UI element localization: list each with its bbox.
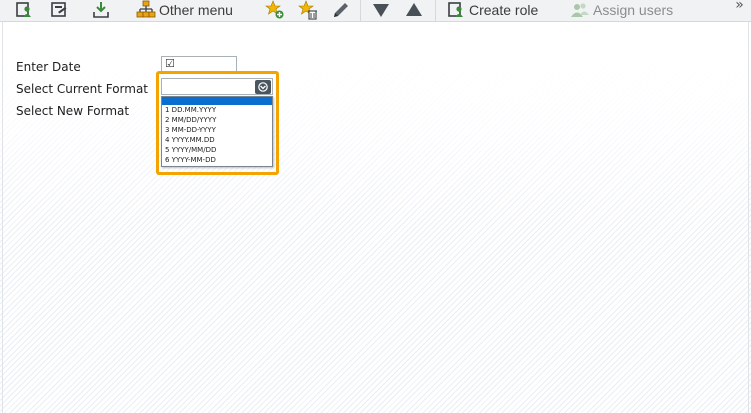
other-menu-icon [136, 0, 156, 18]
create-role-label: Create role [469, 2, 539, 18]
change-role-icon [51, 2, 67, 17]
assign-users-label: Assign users [593, 2, 674, 18]
current-format-label: Select Current Format [16, 82, 149, 96]
delete-favorite-button[interactable] [298, 0, 318, 20]
checkbox-check-icon: ☑ [165, 57, 175, 70]
transport-icon [93, 2, 109, 18]
move-up-icon [406, 3, 422, 16]
display-role-button[interactable] [14, 0, 34, 20]
add-favorite-icon [265, 0, 284, 19]
delete-favorite-icon [298, 0, 317, 20]
transport-button[interactable] [91, 0, 111, 20]
change-role-button[interactable] [49, 0, 69, 20]
move-up-button[interactable] [404, 0, 424, 20]
toolbar-separator [360, 0, 361, 22]
display-role-icon [16, 2, 31, 17]
frame-border-left [2, 22, 3, 413]
move-down-icon [373, 4, 389, 17]
main-content-area [0, 22, 751, 413]
toolbar-separator [435, 0, 436, 22]
create-role-icon [448, 2, 463, 17]
new-format-label: Select New Format [16, 104, 130, 118]
other-menu-button[interactable]: Other menu [136, 0, 233, 20]
edit-button[interactable] [331, 0, 351, 20]
enter-date-label: Enter Date [16, 60, 81, 74]
add-favorite-button[interactable] [265, 0, 285, 20]
move-down-button[interactable] [371, 0, 391, 20]
edit-pencil-icon [334, 3, 348, 17]
toolbar-overflow-button[interactable]: » [728, 0, 751, 19]
assign-users-button[interactable]: Assign users [570, 0, 673, 20]
highlight-frame [156, 71, 279, 175]
other-menu-label: Other menu [159, 2, 233, 18]
enter-date-checkbox[interactable]: ☑ [161, 56, 237, 72]
create-role-button[interactable]: Create role [446, 0, 538, 20]
application-toolbar: Other menu Create role Assign users » [0, 0, 751, 22]
assign-users-icon [571, 3, 589, 17]
frame-border-right [748, 22, 749, 413]
